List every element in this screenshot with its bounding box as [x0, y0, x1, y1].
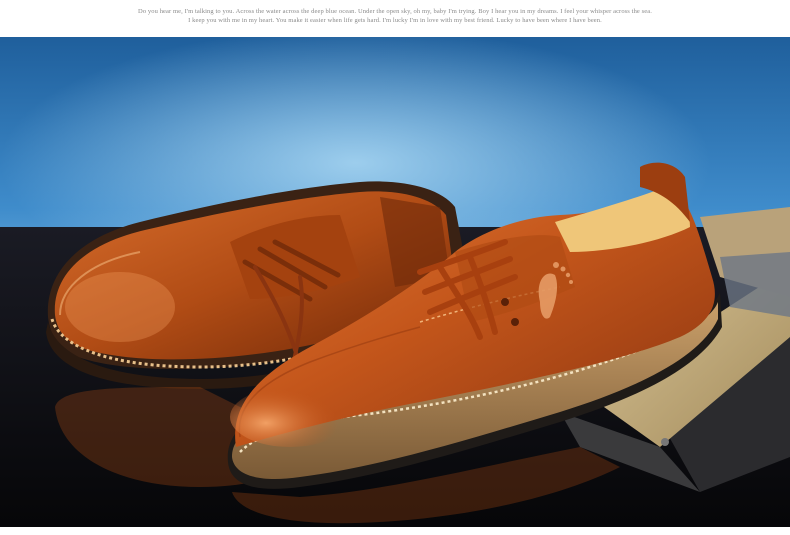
banner-strip: Do you hear me, I'm talking to you. Acro…	[0, 0, 790, 36]
banner-text-line-1: Do you hear me, I'm talking to you. Acro…	[138, 8, 652, 15]
bottom-strip	[0, 527, 790, 535]
banner-text-line-2: I keep you with me in my heart. You make…	[188, 17, 602, 24]
shoe-illustration	[0, 37, 790, 527]
product-photo	[0, 37, 790, 527]
